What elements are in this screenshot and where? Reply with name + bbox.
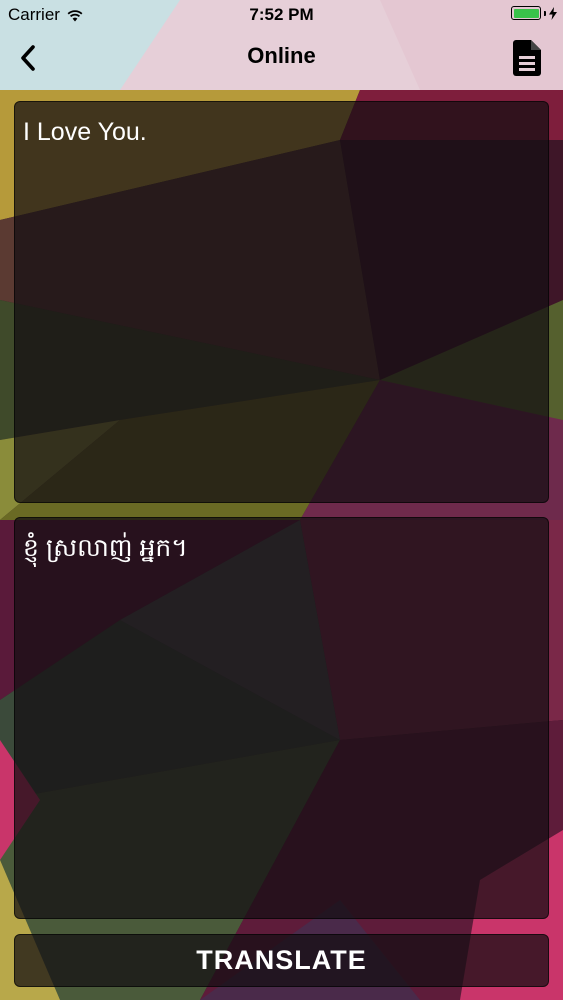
source-text-input[interactable]: I Love You. xyxy=(14,101,549,503)
battery-level xyxy=(513,8,539,18)
document-icon xyxy=(513,40,541,76)
translate-button[interactable]: TRANSLATE xyxy=(14,934,549,987)
translated-text: ខ្ញុំ ស្រលាញ់ អ្នក។ xyxy=(23,534,188,562)
status-time: 7:52 PM xyxy=(249,5,314,24)
status-bar: Carrier 7:52 PM xyxy=(0,0,563,30)
source-text: I Love You. xyxy=(23,118,147,146)
translation-output[interactable]: ខ្ញុំ ស្រលាញ់ អ្នក។ xyxy=(14,517,549,919)
document-button[interactable] xyxy=(505,36,549,80)
translator-screen: Carrier 7:52 PM Online I Love You. ខ្ញុំ… xyxy=(0,0,563,1000)
battery-tip xyxy=(544,10,546,16)
page-title: Online xyxy=(247,43,316,68)
battery-icon xyxy=(511,6,541,20)
navigation-bar: Online xyxy=(0,30,563,86)
bolt-icon xyxy=(549,6,557,20)
battery-indicator xyxy=(511,6,557,20)
translate-button-label: TRANSLATE xyxy=(196,945,367,975)
